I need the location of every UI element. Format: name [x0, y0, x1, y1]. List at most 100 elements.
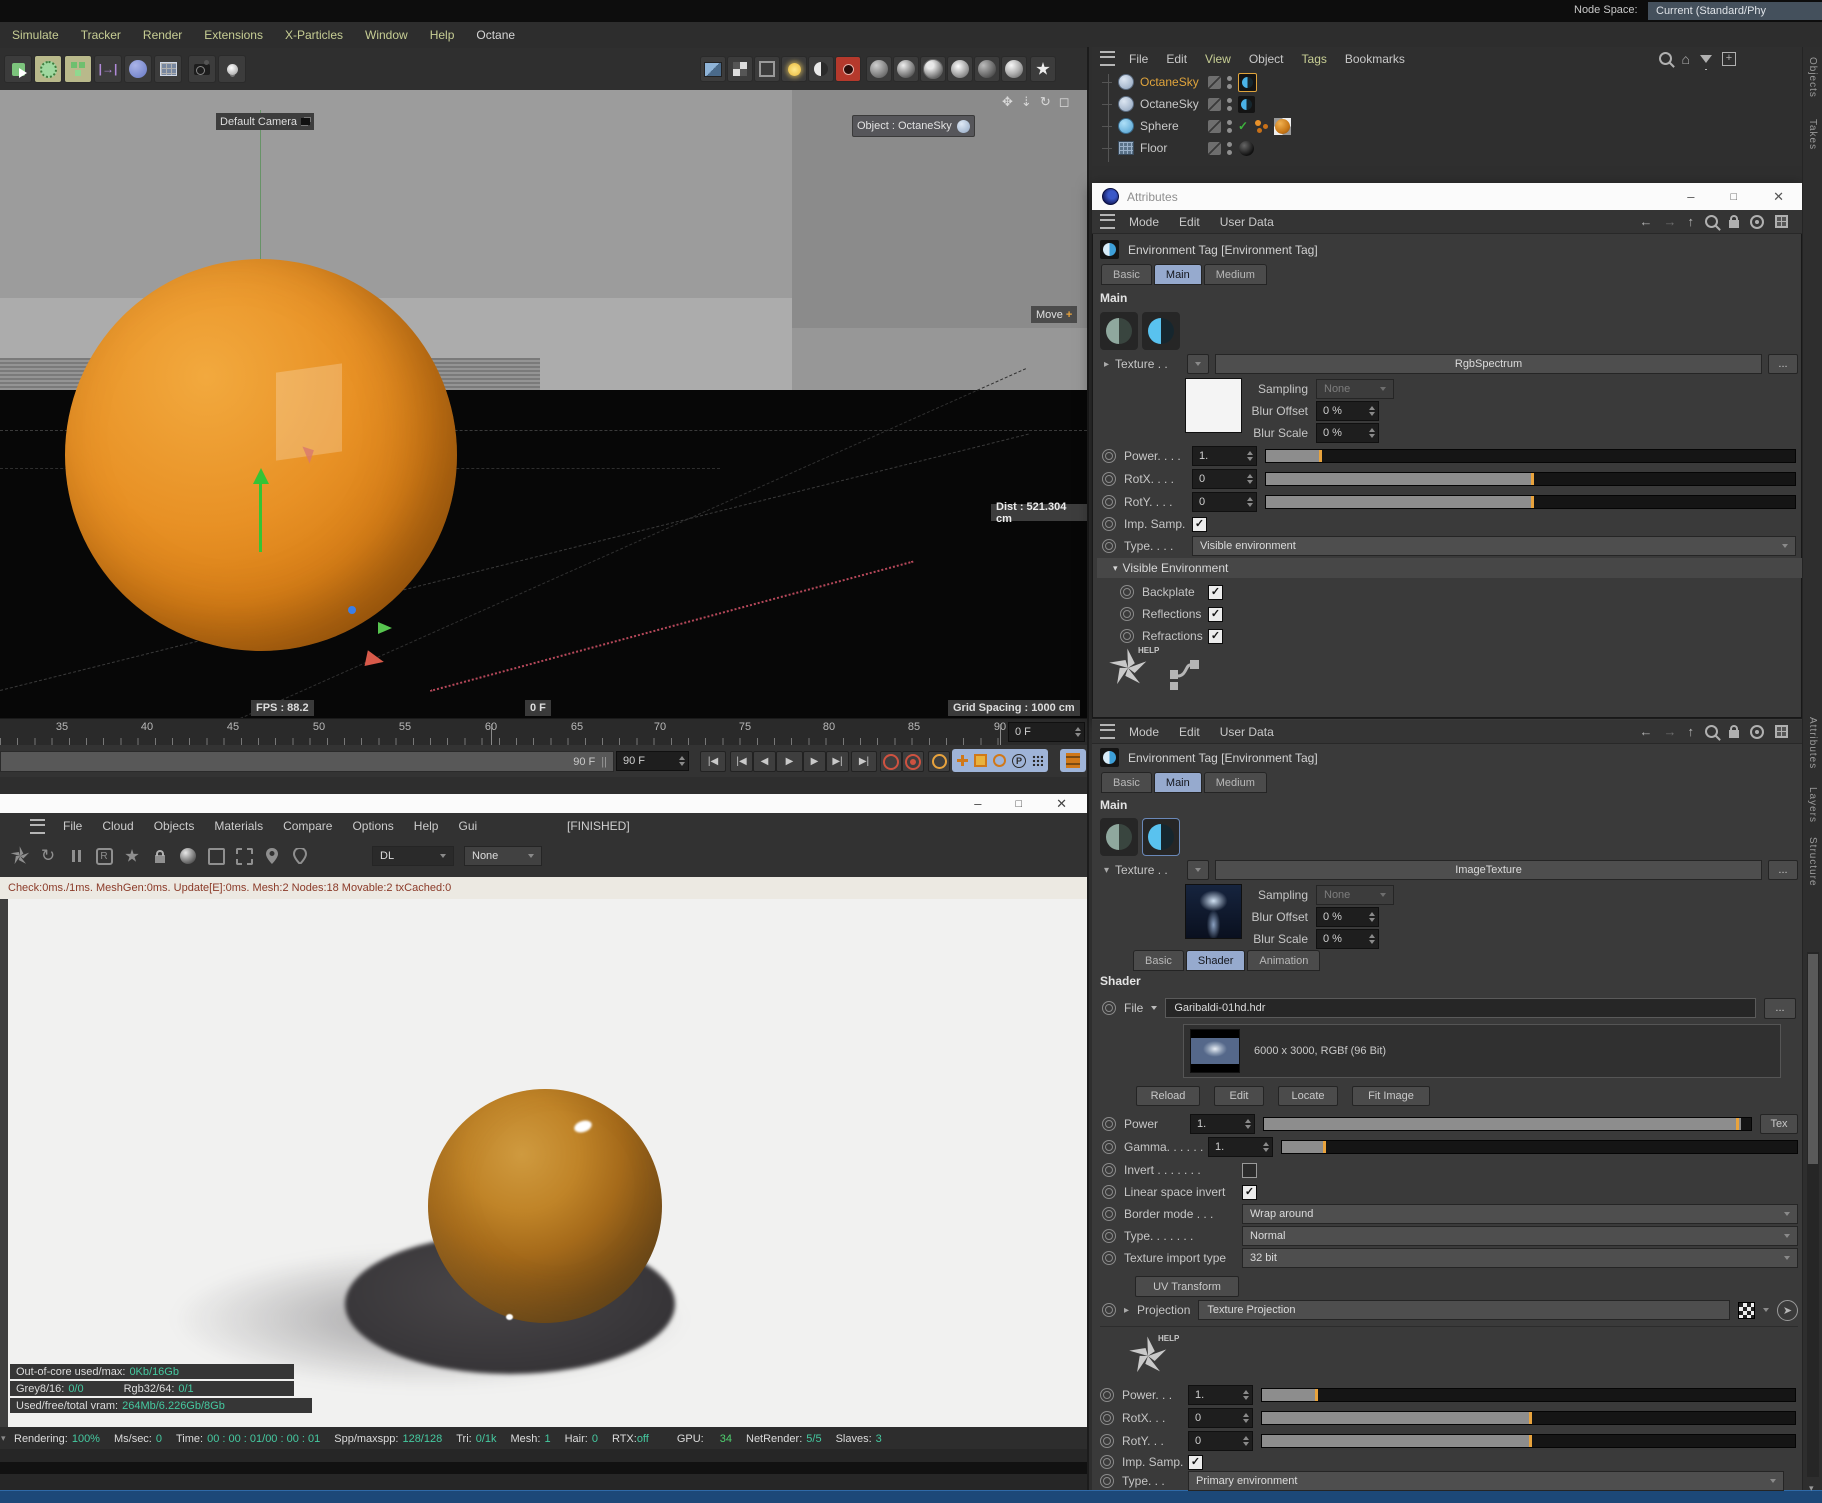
pick-object-icon[interactable]: ➤ [1777, 1299, 1798, 1321]
attr2-layout-icon[interactable] [1775, 725, 1788, 738]
layer-chip[interactable] [1208, 75, 1221, 89]
attr1-hamburger-icon[interactable] [1100, 214, 1115, 229]
node-space-select[interactable]: Current (Standard/Phy [1648, 2, 1822, 20]
current-frame-field[interactable]: 0 F [1008, 722, 1085, 742]
pan-icon[interactable]: ✥ [1002, 94, 1013, 110]
material-preview-icon[interactable] [176, 844, 200, 868]
border-mode-dropdown[interactable]: Wrap around [1242, 1204, 1798, 1224]
rotx-field[interactable]: 0 [1188, 1408, 1253, 1428]
forward-icon[interactable]: → [1664, 215, 1677, 228]
layer-chip[interactable] [1208, 141, 1221, 155]
sampling-dropdown[interactable]: None [1316, 885, 1394, 905]
tab-main[interactable]: Main [1153, 264, 1202, 285]
record-keyframe-icon[interactable] [902, 751, 924, 772]
key-rotation-icon[interactable] [993, 754, 1006, 767]
tex-button[interactable]: Tex [1760, 1114, 1798, 1134]
attr2-menu-edit[interactable]: Edit [1179, 725, 1200, 739]
gear-white-icon[interactable] [1030, 56, 1056, 82]
render-record-icon[interactable] [880, 751, 902, 772]
projection-field[interactable]: Texture Projection [1198, 1300, 1730, 1320]
reset-icon[interactable]: R [92, 844, 116, 868]
workplane-icon[interactable] [154, 55, 182, 83]
octane-menu-file[interactable]: File [63, 819, 82, 833]
material-tag-icon[interactable] [1274, 117, 1292, 135]
imp-samp-checkbox[interactable]: ✓ [1188, 1454, 1203, 1470]
scene-sphere[interactable] [65, 259, 457, 651]
uv-transform-button[interactable]: UV Transform [1135, 1276, 1239, 1297]
invert-checkbox[interactable] [1242, 1162, 1257, 1178]
scrollbar-thumb[interactable] [1808, 954, 1818, 1164]
hdr-thumbnail[interactable] [1185, 884, 1242, 939]
back-icon[interactable]: ← [1640, 725, 1653, 738]
menu-render[interactable]: Render [143, 28, 182, 42]
rotx-slider[interactable] [1265, 472, 1796, 486]
env-type-dropdown[interactable]: Primary environment [1188, 1471, 1784, 1491]
power-field[interactable]: 1. [1188, 1385, 1253, 1405]
attr1-lock-icon[interactable] [1729, 215, 1739, 228]
power-field[interactable]: 1. [1192, 446, 1257, 466]
visibility-dots[interactable] [1227, 119, 1232, 133]
key-position-icon[interactable] [957, 755, 968, 766]
roty-slider[interactable] [1261, 1434, 1796, 1448]
material-ball-6-icon[interactable] [1001, 56, 1027, 82]
tab-animation[interactable]: Animation [1247, 950, 1321, 971]
key-pla-icon[interactable] [1032, 755, 1043, 766]
octane-help-logo-2[interactable]: HELP [1128, 1334, 1188, 1386]
gamma-field[interactable]: 1. [1208, 1137, 1273, 1157]
render-view-icon[interactable] [700, 56, 726, 82]
side-tab-layers[interactable]: Layers [1807, 787, 1818, 823]
attributes-minimize-button[interactable]: – [1687, 189, 1694, 204]
octane-maximize-button[interactable]: □ [1015, 798, 1022, 810]
om-menu-edit[interactable]: Edit [1166, 52, 1187, 66]
material-ball-1-icon[interactable] [866, 56, 892, 82]
goto-start-button[interactable]: |◀ [700, 751, 726, 772]
file-path-field[interactable]: Garibaldi-01hd.hdr [1165, 998, 1756, 1018]
x-axis-arrow[interactable] [364, 650, 386, 670]
menu-xparticles[interactable]: X-Particles [285, 28, 343, 42]
octane-menu-gui[interactable]: Gui [458, 819, 477, 833]
attributes-titlebar[interactable]: Attributes – □ ✕ [1092, 183, 1802, 210]
projection-expand-icon[interactable]: ▸ [1124, 1305, 1129, 1316]
zoom-icon[interactable]: ⇣ [1021, 94, 1032, 110]
octane-logo-icon[interactable] [8, 844, 32, 868]
material-ball-3-icon[interactable] [920, 56, 946, 82]
rotx-field[interactable]: 0 [1192, 469, 1257, 489]
forward-icon[interactable]: → [1664, 725, 1677, 738]
statusbar-collapse-icon[interactable]: ▾ [1, 1433, 6, 1444]
up-icon[interactable]: ↑ [1688, 725, 1695, 738]
menu-octane[interactable]: Octane [476, 28, 515, 42]
film-region-icon[interactable] [232, 844, 256, 868]
texture-browse-button[interactable]: ... [1768, 860, 1798, 880]
restart-render-icon[interactable]: ↻ [36, 844, 60, 868]
texture-value-field[interactable]: RgbSpectrum [1215, 354, 1762, 374]
rotate-icon[interactable]: ↻ [1040, 94, 1051, 110]
pass-dropdown[interactable]: None [464, 846, 542, 866]
dl-dropdown[interactable]: DL [372, 846, 454, 866]
blur-scale-field[interactable]: 0 % [1316, 423, 1379, 443]
menu-simulate[interactable]: Simulate [12, 28, 59, 42]
toggle-icon[interactable] [808, 56, 834, 82]
octane-hamburger-icon[interactable] [30, 818, 45, 834]
om-add-icon[interactable]: + [1722, 51, 1736, 66]
play-button[interactable]: ▶ [776, 751, 803, 772]
axis-plane-handle[interactable] [276, 363, 342, 461]
viewport[interactable]: Default Camera Object : OctaneSky ✥ ⇣ ↻ … [0, 90, 1087, 718]
om-menu-object[interactable]: Object [1249, 52, 1284, 66]
axis-handle-dot[interactable] [348, 606, 356, 614]
attr2-menu-userdata[interactable]: User Data [1220, 725, 1274, 739]
prev-key-button[interactable]: |◀ [730, 751, 753, 772]
attr1-search-icon[interactable] [1705, 215, 1718, 228]
visibility-dots[interactable] [1227, 75, 1232, 89]
object-name[interactable]: OctaneSky [1140, 97, 1202, 111]
layer-chip[interactable] [1208, 97, 1221, 111]
file-chevron-icon[interactable] [1151, 1006, 1158, 1010]
tab-shader-basic[interactable]: Basic [1133, 950, 1184, 971]
menu-window[interactable]: Window [365, 28, 408, 42]
texture-browse-button[interactable]: ... [1768, 354, 1798, 374]
enabled-check-icon[interactable]: ✓ [1238, 119, 1248, 133]
menu-tracker[interactable]: Tracker [81, 28, 121, 42]
interactive-render-icon[interactable] [754, 56, 780, 82]
edit-button[interactable]: Edit [1214, 1086, 1264, 1106]
settings-gear-icon[interactable] [120, 844, 144, 868]
linear-invert-checkbox[interactable]: ✓ [1242, 1184, 1257, 1200]
